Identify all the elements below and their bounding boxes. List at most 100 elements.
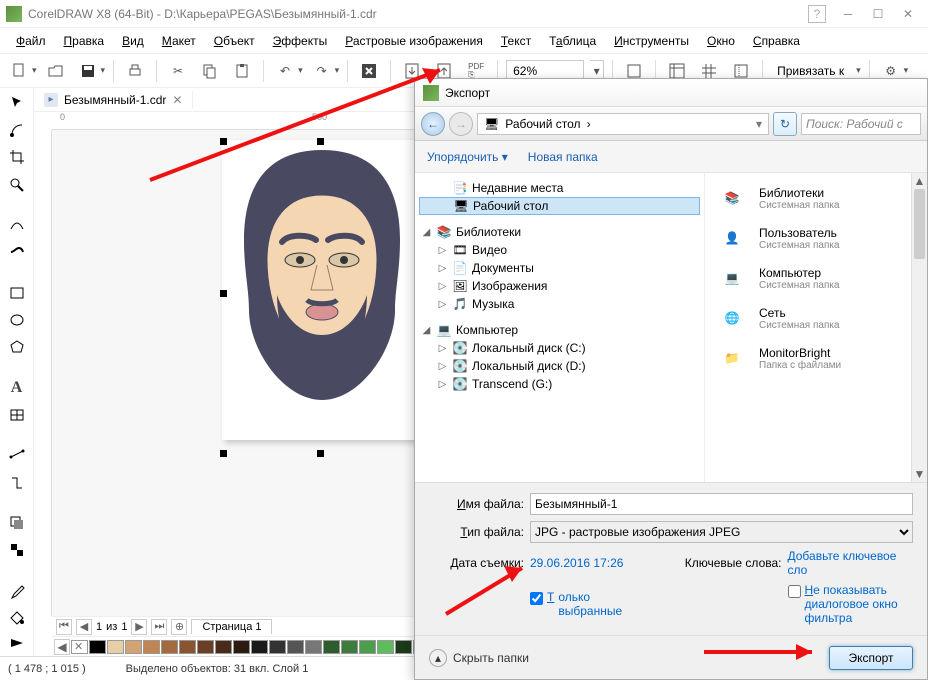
save-button[interactable]	[75, 58, 101, 84]
close-button[interactable]: ✕	[894, 4, 922, 24]
swatch[interactable]	[161, 640, 178, 654]
location-list[interactable]: 📚БиблиотекиСистемная папка 👤Пользователь…	[705, 173, 927, 482]
location-item[interactable]: 📚БиблиотекиСистемная папка	[711, 179, 921, 217]
swatch[interactable]	[125, 640, 142, 654]
hide-folders-button[interactable]: ▴ Скрыть папки	[429, 649, 529, 667]
fill-tool[interactable]	[5, 607, 29, 628]
swatch-none[interactable]	[71, 640, 88, 654]
maximize-button[interactable]: ☐	[864, 4, 892, 24]
filetype-select[interactable]: JPG - растровые изображения JPEG	[530, 521, 913, 543]
doc-tab-close[interactable]: ✕	[172, 93, 182, 107]
zoom-tool[interactable]	[5, 174, 29, 195]
tree-video[interactable]: ▷🎞Видео	[419, 241, 700, 259]
rectangle-tool[interactable]	[5, 282, 29, 303]
menu-bitmaps[interactable]: Растровые изображения	[337, 31, 491, 51]
swatch[interactable]	[341, 640, 358, 654]
document-tab[interactable]: ▸ Безымянный-1.cdr ✕	[34, 91, 193, 109]
nav-back-button[interactable]: ←	[421, 112, 445, 136]
menu-effects[interactable]: Эффекты	[265, 31, 336, 51]
swatch[interactable]	[323, 640, 340, 654]
menu-edit[interactable]: Правка	[56, 31, 113, 51]
tree-libraries[interactable]: ◢📚Библиотеки	[419, 223, 700, 241]
search-content-button[interactable]	[356, 58, 382, 84]
redo-button[interactable]: ↷	[309, 58, 335, 84]
undo-button[interactable]: ↶	[272, 58, 298, 84]
tree-images[interactable]: ▷🖼Изображения	[419, 277, 700, 295]
organize-button[interactable]: Упорядочить ▾	[427, 150, 508, 164]
swatch[interactable]	[233, 640, 250, 654]
search-input[interactable]: Поиск: Рабочий с	[801, 113, 921, 135]
dialog-title-bar[interactable]: Экспорт	[415, 79, 927, 107]
freehand-tool[interactable]	[5, 214, 29, 235]
swatch[interactable]	[395, 640, 412, 654]
page-first[interactable]: ⏮	[56, 619, 72, 635]
page-add[interactable]: ⊕	[171, 619, 187, 635]
swatch[interactable]	[89, 640, 106, 654]
copy-button[interactable]	[197, 58, 223, 84]
outline-tool[interactable]	[5, 635, 29, 656]
location-item[interactable]: 📁MonitorBrightПапка с файлами	[711, 339, 921, 377]
ruler-vertical[interactable]	[34, 130, 52, 616]
filename-input[interactable]	[530, 493, 913, 515]
tree-recent[interactable]: 📑Недавние места	[419, 179, 700, 197]
page-prev[interactable]: ◀	[76, 619, 92, 635]
swatch[interactable]	[179, 640, 196, 654]
swatch[interactable]	[377, 640, 394, 654]
pick-tool[interactable]	[5, 92, 29, 113]
eyedropper-tool[interactable]	[5, 580, 29, 601]
shape-tool[interactable]	[5, 119, 29, 140]
scrollbar[interactable]: ▲▼	[911, 173, 927, 482]
menu-layout[interactable]: Макет	[154, 31, 204, 51]
location-item[interactable]: 🌐СетьСистемная папка	[711, 299, 921, 337]
tree-disk-d[interactable]: ▷💽Локальный диск (D:)	[419, 357, 700, 375]
swatch[interactable]	[107, 640, 124, 654]
date-value[interactable]: 29.06.2016 17:26	[530, 556, 656, 570]
refresh-button[interactable]: ↻	[773, 112, 797, 136]
folder-tree[interactable]: 📑Недавние места 🖥Рабочий стол ◢📚Библиоте…	[415, 173, 705, 482]
tree-desktop[interactable]: 🖥Рабочий стол	[419, 197, 700, 215]
export-button[interactable]: Экспорт	[829, 646, 913, 670]
page-next[interactable]: ▶	[131, 619, 147, 635]
location-item[interactable]: 👤ПользовательСистемная папка	[711, 219, 921, 257]
swatch[interactable]	[359, 640, 376, 654]
location-bar[interactable]: 🖥 Рабочий стол › ▾	[477, 113, 769, 135]
print-button[interactable]	[122, 58, 148, 84]
swatch[interactable]	[305, 640, 322, 654]
hint-icon[interactable]: ?	[808, 5, 826, 23]
swatch[interactable]	[251, 640, 268, 654]
artistic-media-tool[interactable]	[5, 242, 29, 263]
tree-disk-g[interactable]: ▷💽Transcend (G:)	[419, 375, 700, 393]
crop-tool[interactable]	[5, 147, 29, 168]
connector-tool[interactable]	[5, 472, 29, 493]
transparency-tool[interactable]	[5, 540, 29, 561]
menu-window[interactable]: Окно	[699, 31, 743, 51]
table-tool[interactable]	[5, 404, 29, 425]
no-filter-dialog-checkbox[interactable]: Не показыватьдиалоговое окнофильтра	[788, 583, 914, 625]
menu-table[interactable]: Таблица	[541, 31, 604, 51]
page-tab[interactable]: Страница 1	[191, 619, 272, 634]
only-selected-checkbox[interactable]: Только выбранные	[530, 590, 656, 618]
menu-help[interactable]: Справка	[745, 31, 808, 51]
new-button[interactable]	[6, 58, 32, 84]
page-last[interactable]: ⏭	[151, 619, 167, 635]
menu-file[interactable]: Файл	[8, 31, 54, 51]
text-tool[interactable]: A	[5, 377, 29, 398]
swatch[interactable]	[197, 640, 214, 654]
dimension-tool[interactable]	[5, 445, 29, 466]
open-button[interactable]	[43, 58, 69, 84]
tree-computer[interactable]: ◢💻Компьютер	[419, 321, 700, 339]
menu-object[interactable]: Объект	[206, 31, 263, 51]
paste-button[interactable]	[229, 58, 255, 84]
swatch[interactable]	[215, 640, 232, 654]
swatch[interactable]	[269, 640, 286, 654]
new-folder-button[interactable]: Новая папка	[528, 150, 598, 164]
menu-view[interactable]: Вид	[114, 31, 152, 51]
polygon-tool[interactable]	[5, 337, 29, 358]
cut-button[interactable]: ✂	[165, 58, 191, 84]
ellipse-tool[interactable]	[5, 309, 29, 330]
swatch[interactable]	[143, 640, 160, 654]
tree-documents[interactable]: ▷📄Документы	[419, 259, 700, 277]
menu-text[interactable]: Текст	[493, 31, 539, 51]
swatch[interactable]	[287, 640, 304, 654]
palette-prev[interactable]: ◀	[54, 639, 70, 655]
